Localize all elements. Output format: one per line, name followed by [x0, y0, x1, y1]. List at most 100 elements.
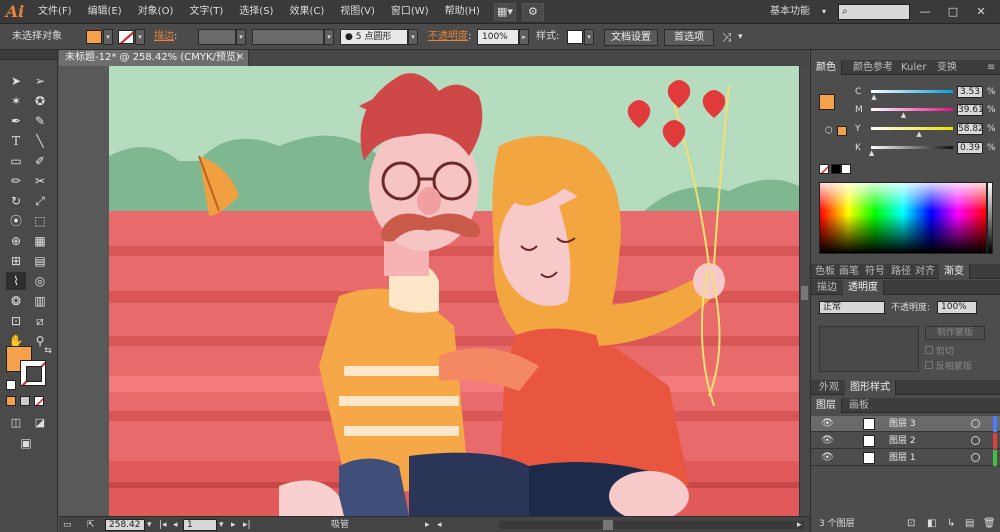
stroke-link[interactable]: 描边: [154, 31, 174, 42]
menu-view[interactable]: 视图(V): [332, 0, 383, 24]
channel-slider[interactable]: [871, 90, 953, 93]
menu-type[interactable]: 文字(T): [181, 0, 231, 24]
mesh-tool-icon[interactable]: ⊞: [6, 252, 26, 270]
transparency-opacity-field[interactable]: 100%: [937, 301, 977, 314]
tab-kuler[interactable]: Kuler: [901, 60, 926, 75]
tab-swatches[interactable]: 色板: [815, 264, 835, 279]
minimize-button[interactable]: —: [915, 4, 935, 20]
slice-tool-icon[interactable]: ⧄: [30, 312, 50, 330]
color-fill-swatch[interactable]: [819, 94, 835, 110]
width-tool-icon[interactable]: ⦿: [6, 212, 26, 230]
artboard-tool-icon[interactable]: ⊡: [6, 312, 26, 330]
canvas-area[interactable]: [59, 66, 799, 516]
tab-transform[interactable]: 变换: [937, 60, 957, 75]
chevron-down-icon[interactable]: ▾: [236, 29, 246, 45]
menu-file[interactable]: 文件(F): [30, 0, 80, 24]
opacity-field[interactable]: 100%: [477, 29, 519, 45]
magic-wand-tool-icon[interactable]: ✶: [6, 92, 26, 110]
symbol-sprayer-tool-icon[interactable]: ❂: [6, 292, 26, 310]
pen-tool-icon[interactable]: ✒: [6, 112, 26, 130]
preferences-button[interactable]: 首选项: [664, 29, 714, 46]
eye-icon[interactable]: 👁: [821, 433, 834, 449]
first-artboard-icon[interactable]: |◂: [159, 517, 167, 532]
rotate-tool-icon[interactable]: ↻: [6, 192, 26, 210]
curvature-tool-icon[interactable]: ✎: [30, 112, 50, 130]
panel-menu-icon[interactable]: ▾: [738, 24, 743, 50]
layer-name[interactable]: 图层 3: [889, 416, 916, 432]
rectangle-tool-icon[interactable]: ▭: [6, 152, 26, 170]
scissors-tool-icon[interactable]: ✂: [30, 172, 50, 190]
close-button[interactable]: ✕: [971, 4, 991, 20]
clipping-mask-icon[interactable]: ◧: [927, 518, 936, 530]
layer-name[interactable]: 图层 1: [889, 450, 916, 466]
draw-inside-icon[interactable]: ◪: [30, 414, 50, 432]
channel-slider[interactable]: [871, 146, 953, 149]
layer-row[interactable]: 👁 图层 1: [811, 450, 1000, 466]
chevron-down-icon[interactable]: ▾: [408, 29, 418, 45]
direct-selection-tool-icon[interactable]: ➢: [30, 72, 50, 90]
chevron-down-icon[interactable]: ▾: [135, 29, 145, 45]
chevron-down-icon[interactable]: ▾: [822, 3, 826, 21]
gradient-mode-icon[interactable]: [20, 396, 30, 406]
color-spectrum[interactable]: [819, 182, 987, 254]
prev-artboard-icon[interactable]: ◂: [173, 517, 178, 532]
layer-target-icon[interactable]: [971, 419, 980, 428]
chevron-right-icon[interactable]: ▸: [425, 517, 430, 532]
scroll-right-icon[interactable]: ▸: [797, 517, 802, 532]
clip-checkbox[interactable]: [925, 346, 933, 354]
channel-value-field[interactable]: 39.61: [957, 104, 984, 116]
panel-menu-icon[interactable]: ≡: [987, 60, 995, 75]
arrange-documents-icon[interactable]: ▦▾: [493, 2, 516, 21]
pencil-tool-icon[interactable]: ✏: [6, 172, 26, 190]
tab-brushes[interactable]: 画笔: [839, 264, 859, 279]
chevron-right-icon[interactable]: ▸: [519, 29, 529, 45]
slider-thumb[interactable]: ▲: [901, 111, 906, 119]
tab-pathfinder[interactable]: 路径: [891, 264, 911, 279]
stroke-swatch[interactable]: [118, 30, 134, 44]
new-layer-icon[interactable]: ▤: [965, 518, 974, 530]
close-icon[interactable]: ✕: [236, 50, 244, 66]
artwork-illustration[interactable]: [109, 66, 799, 516]
menu-object[interactable]: 对象(O): [130, 0, 182, 24]
slider-thumb[interactable]: ▲: [916, 130, 921, 138]
stroke-weight-field[interactable]: [198, 29, 236, 45]
chevron-down-icon[interactable]: ▾: [103, 29, 113, 45]
tab-symbols[interactable]: 符号: [865, 264, 885, 279]
search-input[interactable]: [838, 4, 910, 20]
menu-help[interactable]: 帮助(H): [437, 0, 488, 24]
fill-swatch[interactable]: [86, 30, 102, 44]
isolate-icon[interactable]: ⤨: [722, 24, 732, 50]
layer-name[interactable]: 图层 2: [889, 433, 916, 449]
document-tab[interactable]: 未标题-12* @ 258.42% (CMYK/预览): [59, 50, 249, 66]
last-artboard-icon[interactable]: ▸|: [243, 517, 251, 532]
draw-mode-icon[interactable]: ◫: [6, 414, 26, 432]
line-tool-icon[interactable]: ╲: [30, 132, 50, 150]
channel-slider[interactable]: [871, 127, 953, 130]
channel-value-field[interactable]: 3.53: [957, 86, 983, 98]
tab-appearance[interactable]: 外观: [819, 380, 839, 395]
graphic-style-swatch[interactable]: [567, 30, 583, 44]
eye-icon[interactable]: 👁: [821, 450, 834, 466]
chevron-down-icon[interactable]: ▾: [219, 517, 224, 532]
variable-width-field[interactable]: [252, 29, 324, 45]
chevron-down-icon[interactable]: ▾: [324, 29, 334, 45]
menu-edit[interactable]: 编辑(E): [80, 0, 130, 24]
tab-stroke[interactable]: 描边: [817, 280, 837, 295]
free-transform-tool-icon[interactable]: ⬚: [30, 212, 50, 230]
invert-mask-checkbox[interactable]: [925, 361, 933, 369]
delete-layer-icon[interactable]: 🗑: [983, 518, 996, 530]
channel-slider[interactable]: [871, 108, 953, 111]
horizontal-scrollbar[interactable]: [499, 521, 804, 529]
tab-graphic-styles[interactable]: 图形样式: [845, 380, 896, 395]
eye-icon[interactable]: 👁: [821, 416, 834, 432]
gradient-tool-icon[interactable]: ▤: [30, 252, 50, 270]
lasso-tool-icon[interactable]: ✪: [30, 92, 50, 110]
chevron-down-icon[interactable]: ▾: [584, 29, 594, 45]
layer-target-icon[interactable]: [971, 453, 980, 462]
zoom-field[interactable]: 258.42: [105, 519, 145, 531]
white-swatch[interactable]: [841, 164, 851, 174]
tab-color-guide[interactable]: 颜色参考: [853, 60, 893, 75]
menu-effect[interactable]: 效果(C): [281, 0, 332, 24]
tab-layers[interactable]: 图层: [811, 398, 842, 413]
black-swatch[interactable]: [831, 164, 841, 174]
